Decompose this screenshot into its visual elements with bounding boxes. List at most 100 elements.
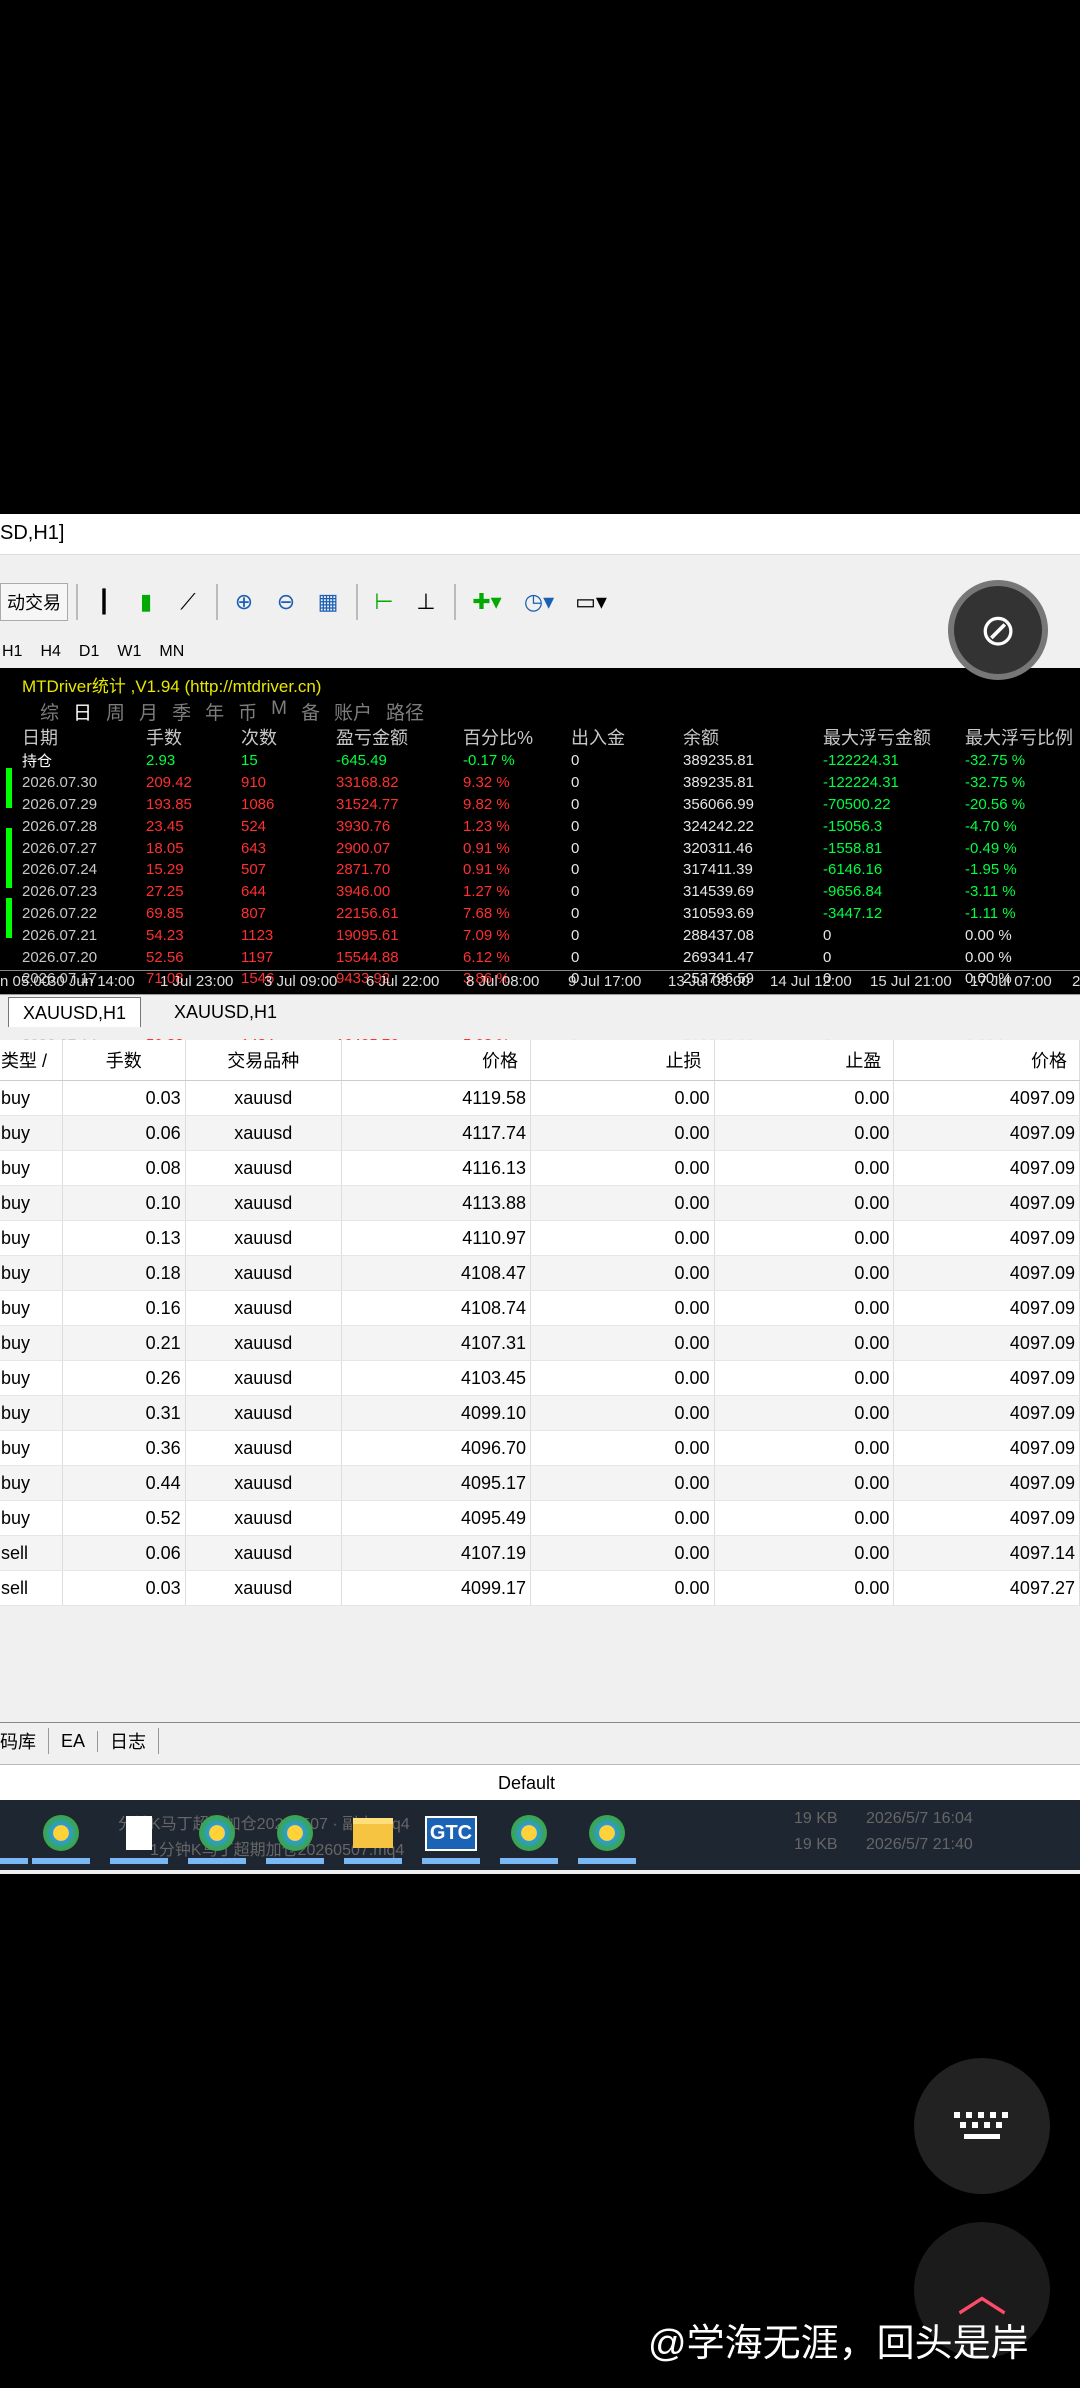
stats-cell: 644 — [241, 883, 267, 901]
periods-icon[interactable]: ◷▾ — [514, 583, 564, 621]
period-tab[interactable]: 季 — [172, 698, 191, 725]
timeframe-d1[interactable]: D1 — [70, 643, 108, 661]
line-chart-icon[interactable]: ⟋ — [168, 583, 208, 621]
timeframe-h4[interactable]: H4 — [31, 643, 69, 661]
orders-column-header[interactable]: 止盈 — [714, 1040, 895, 1081]
tab-code-base[interactable]: 码库 — [0, 1728, 49, 1754]
period-tab[interactable]: 备 — [301, 698, 320, 725]
order-cell: 0.52 — [62, 1500, 186, 1536]
stats-column-header: 出入金 — [571, 728, 625, 748]
chart-window[interactable]: MTDriver统计 ,V1.94 (http://mtdriver.cn) 综… — [0, 668, 1080, 1096]
orders-column-header[interactable]: 手数 — [62, 1040, 186, 1081]
axis-tick-label: 13 Jul 03:00 — [668, 973, 750, 990]
mt4-app-icon[interactable] — [266, 1810, 324, 1864]
zoom-in-icon[interactable]: ⊕ — [224, 583, 264, 621]
stats-cell: -3.11 % — [965, 883, 1016, 901]
chart-tab-2[interactable]: XAUUSD,H1 — [160, 997, 291, 1027]
order-row[interactable]: sell 0.06 xauusd 4107.19 0.00 0.00 4097.14 — [0, 1535, 1080, 1571]
stats-cell: -122224.31 — [823, 752, 899, 770]
order-row[interactable]: buy 0.16 xauusd 4108.74 0.00 0.00 4097.09 — [0, 1290, 1080, 1326]
period-tab[interactable]: 综 — [40, 698, 59, 725]
order-cell: 4097.09 — [893, 1255, 1080, 1291]
timeframe-w1[interactable]: W1 — [108, 643, 150, 661]
period-tab[interactable]: 账户 — [334, 698, 372, 725]
tag-icon: ⊘ — [979, 605, 1017, 655]
tile-windows-icon[interactable]: ▦ — [308, 583, 348, 621]
auto-scroll-icon[interactable]: ⊢ — [364, 583, 404, 621]
axis-tick-label: 30 Jun 14:00 — [48, 973, 135, 990]
period-tab[interactable]: 路径 — [386, 698, 424, 725]
order-row[interactable]: sell 0.03 xauusd 4099.17 0.00 0.00 4097.27 — [0, 1570, 1080, 1606]
order-row[interactable]: buy 0.36 xauusd 4096.70 0.00 0.00 4097.09 — [0, 1430, 1080, 1466]
timeframe-h1[interactable]: H1 — [0, 643, 31, 661]
order-cell: 0.00 — [530, 1185, 715, 1221]
taskbar-app[interactable] — [0, 1810, 28, 1864]
order-row[interactable]: buy 0.06 xauusd 4117.74 0.00 0.00 4097.09 — [0, 1115, 1080, 1151]
gtc-app-icon[interactable]: GTC — [422, 1810, 480, 1864]
order-row[interactable]: buy 0.21 xauusd 4107.31 0.00 0.00 4097.09 — [0, 1325, 1080, 1361]
stats-cell: 1123 — [241, 926, 274, 944]
stats-cell: -9656.84 — [823, 883, 883, 901]
templates-icon[interactable]: ▭▾ — [566, 583, 616, 621]
order-cell: xauusd — [185, 1185, 342, 1221]
stats-cell: 1.27 % — [463, 883, 510, 901]
stats-row: 2026.07.20 52.56 1197 15544.88 6.12 % 0 269341… — [22, 946, 1080, 968]
order-cell: 4097.09 — [893, 1150, 1080, 1186]
toolbar-separator — [356, 584, 358, 620]
file-app-icon[interactable] — [110, 1810, 168, 1864]
orders-column-header[interactable]: 价格 — [893, 1040, 1080, 1081]
status-bar: Default — [0, 1764, 1080, 1801]
orders-column-header[interactable]: 交易品种 — [185, 1040, 342, 1081]
folder-app-icon[interactable] — [344, 1810, 402, 1864]
screen-record-button[interactable]: ⊘ — [948, 580, 1048, 680]
stats-cell: 193.85 — [146, 795, 192, 813]
order-cell: 0.18 — [62, 1255, 186, 1291]
keyboard-button[interactable] — [914, 2058, 1050, 2194]
orders-column-header[interactable]: 止损 — [530, 1040, 715, 1081]
period-tab[interactable]: 月 — [139, 698, 158, 725]
mt4-app-icon[interactable] — [188, 1810, 246, 1864]
stats-cell: 0 — [571, 883, 580, 901]
order-row[interactable]: buy 0.03 xauusd 4119.58 0.00 0.00 4097.09 — [0, 1080, 1080, 1116]
orders-column-header[interactable]: 价格 — [341, 1040, 532, 1081]
mt4-app-icon[interactable] — [578, 1810, 636, 1864]
period-tab[interactable]: 年 — [205, 698, 224, 725]
tab-ea[interactable]: EA — [49, 1730, 99, 1752]
order-row[interactable]: buy 0.52 xauusd 4095.49 0.00 0.00 4097.09 — [0, 1500, 1080, 1536]
timeframe-mn[interactable]: MN — [150, 643, 193, 661]
bar-chart-icon[interactable]: ┃ — [84, 583, 124, 621]
order-cell: buy — [0, 1255, 63, 1291]
order-cell: 0.00 — [714, 1360, 895, 1396]
period-tab[interactable]: 日 — [73, 698, 92, 725]
stats-cell: 15 — [241, 752, 258, 770]
chart-shift-icon[interactable]: ⊥ — [406, 583, 446, 621]
mt4-app-icon[interactable] — [500, 1810, 558, 1864]
order-cell: 0.31 — [62, 1395, 186, 1431]
stats-cell: 389235.81 — [683, 774, 754, 792]
order-row[interactable]: buy 0.31 xauusd 4099.10 0.00 0.00 4097.09 — [0, 1395, 1080, 1431]
order-row[interactable]: buy 0.10 xauusd 4113.88 0.00 0.00 4097.09 — [0, 1185, 1080, 1221]
indicators-icon[interactable]: ✚▾ — [462, 583, 512, 621]
order-row[interactable]: buy 0.18 xauusd 4108.47 0.00 0.00 4097.09 — [0, 1255, 1080, 1291]
zoom-out-icon[interactable]: ⊖ — [266, 583, 306, 621]
auto-trading-button[interactable]: 动交易 — [0, 583, 68, 621]
order-row[interactable]: buy 0.08 xauusd 4116.13 0.00 0.00 4097.09 — [0, 1150, 1080, 1186]
candlestick-icon[interactable]: ▮ — [126, 583, 166, 621]
order-row[interactable]: buy 0.44 xauusd 4095.17 0.00 0.00 4097.09 — [0, 1465, 1080, 1501]
trade-orders-panel: 类型 / 手数 交易品种 价格 止损 止盈 价格 buy 0.03 xauusd 4119.58 0… — [0, 1040, 1080, 1606]
mt4-app-icon[interactable] — [32, 1810, 90, 1864]
order-cell: 0.00 — [714, 1570, 895, 1606]
period-tab[interactable]: 周 — [106, 698, 125, 725]
chart-tab-1[interactable]: XAUUSD,H1 — [8, 997, 142, 1027]
order-row[interactable]: buy 0.26 xauusd 4103.45 0.00 0.00 4097.09 — [0, 1360, 1080, 1396]
tab-journal[interactable]: 日志 — [98, 1728, 160, 1754]
period-tab[interactable]: M — [271, 698, 287, 725]
order-row[interactable]: buy 0.13 xauusd 4110.97 0.00 0.00 4097.09 — [0, 1220, 1080, 1256]
order-cell: 0.08 — [62, 1150, 186, 1186]
stats-cell: 0.91 % — [463, 861, 510, 879]
period-tab[interactable]: 币 — [238, 698, 257, 725]
stats-cell: 1.23 % — [463, 817, 510, 835]
stats-cell: -6146.16 — [823, 861, 883, 879]
order-cell: 4119.58 — [341, 1080, 532, 1116]
orders-column-header[interactable]: 类型 / — [0, 1040, 63, 1081]
